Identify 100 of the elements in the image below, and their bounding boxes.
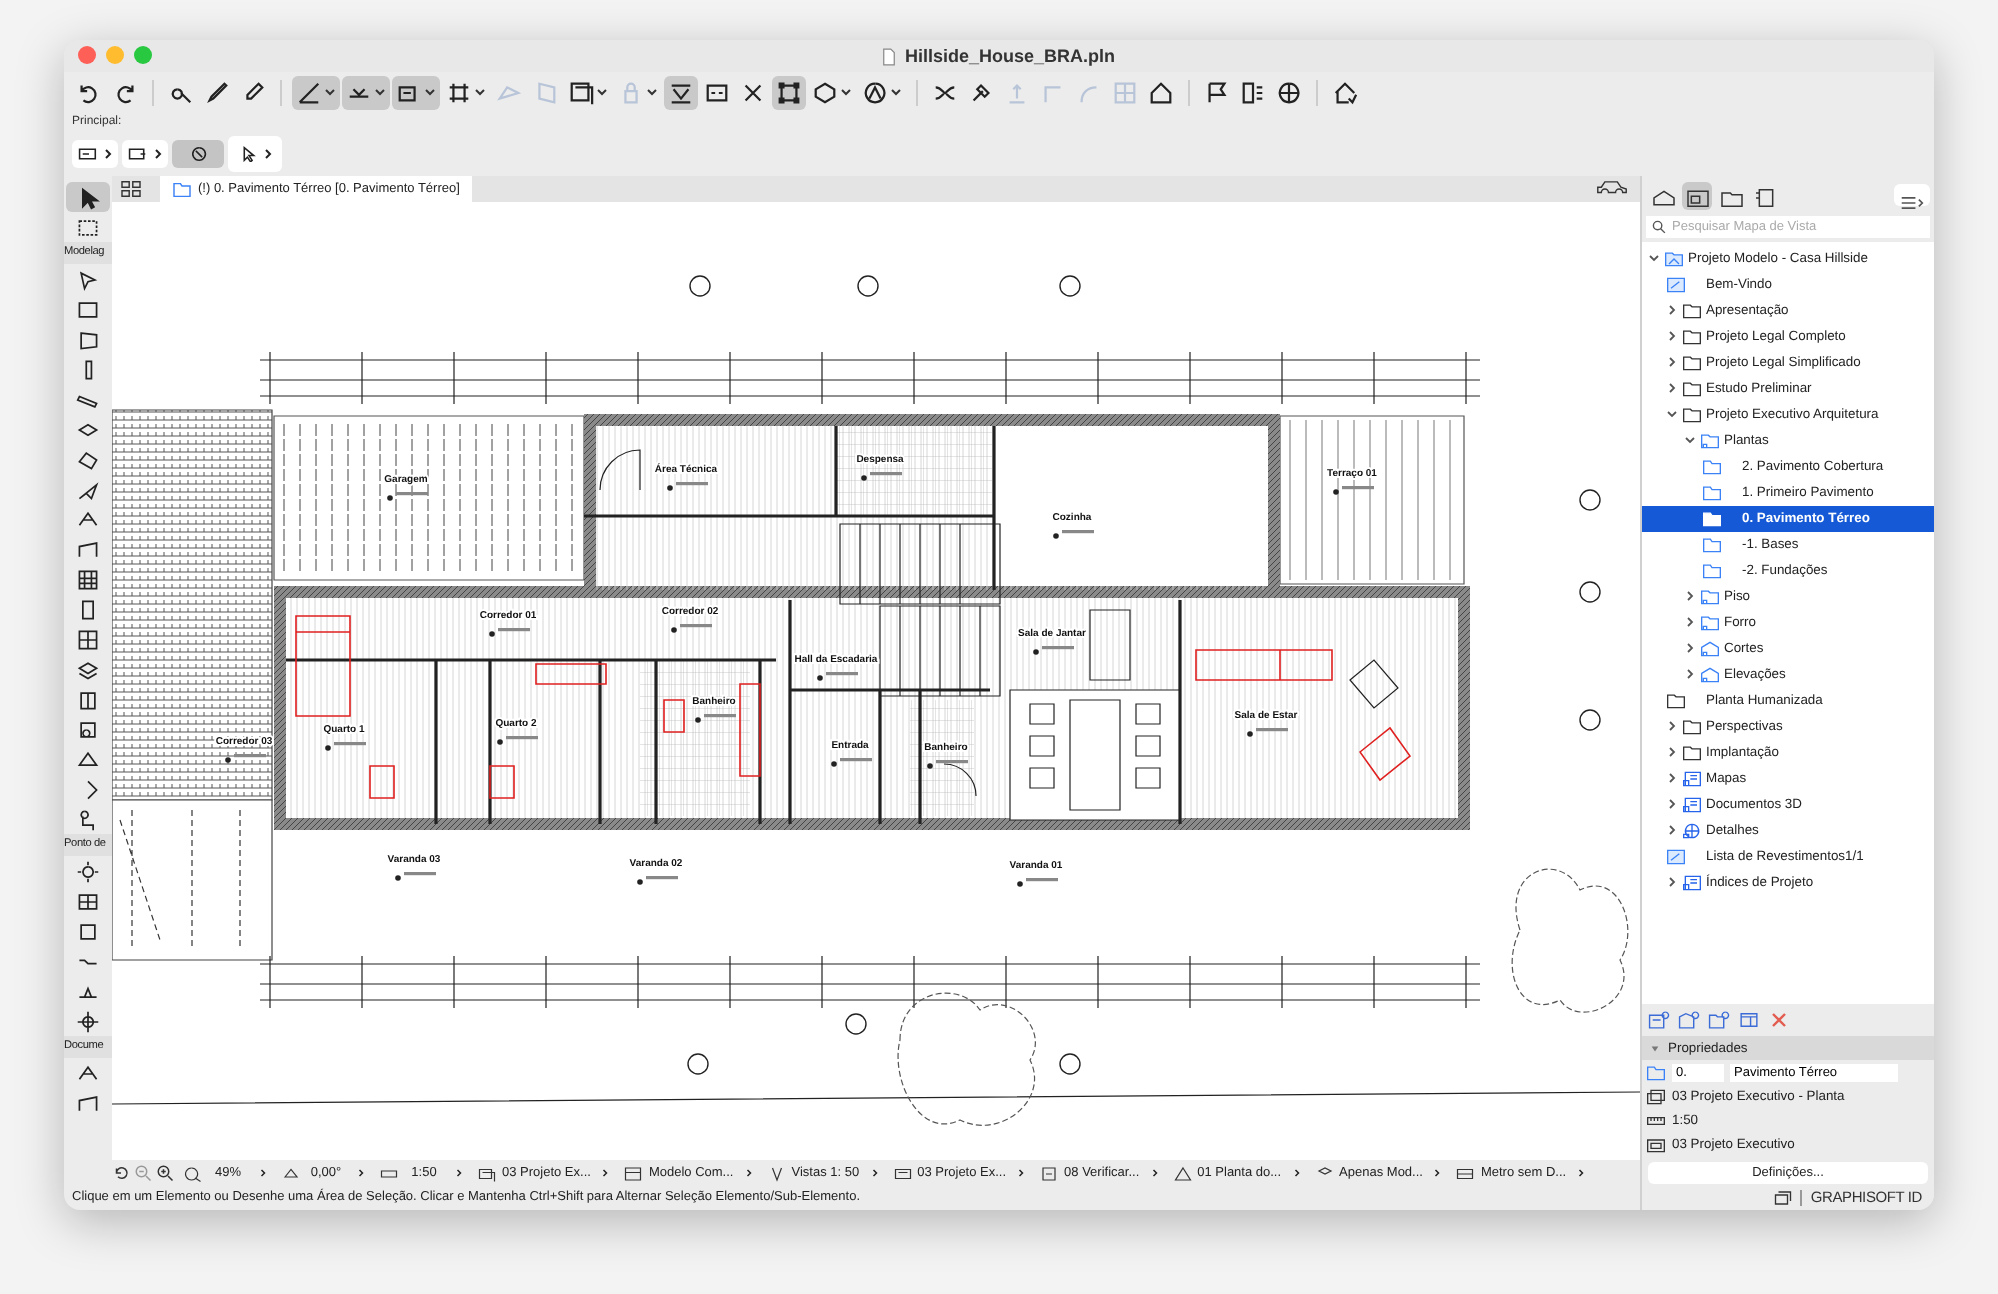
tool-icon <box>76 889 100 913</box>
tool-icon <box>1332 79 1358 105</box>
chevron-icon <box>264 148 272 160</box>
tool-icon <box>76 537 100 561</box>
info-box-control[interactable] <box>172 140 224 168</box>
toolbar-button[interactable] <box>664 75 698 109</box>
caret-icon <box>374 88 386 96</box>
search-icon <box>1652 219 1666 234</box>
tool-icon <box>76 1061 100 1085</box>
tool-icon <box>76 627 100 651</box>
property-icon <box>1646 1087 1666 1106</box>
tool-icon <box>1148 79 1174 105</box>
zoom-in-icon[interactable] <box>156 1164 174 1182</box>
triangle-icon <box>1650 1043 1660 1054</box>
folder-icon <box>1700 665 1720 684</box>
toolbar-button[interactable] <box>772 75 806 109</box>
info-box-control[interactable] <box>72 140 118 168</box>
tab-icon <box>1685 187 1709 208</box>
chevron-icon <box>1151 1168 1158 1178</box>
tool-icon <box>1173 1165 1192 1181</box>
tool-icon <box>76 807 100 831</box>
toolbox-tool[interactable] <box>66 182 110 212</box>
tool-icon <box>204 79 230 105</box>
tool-icon <box>893 1165 912 1181</box>
tool-icon <box>76 267 100 291</box>
tool-icon <box>1004 79 1030 105</box>
tool-icon <box>128 146 150 162</box>
new-view-icon[interactable] <box>1678 1010 1700 1031</box>
toolbar-button[interactable] <box>342 75 390 109</box>
navigator-tab[interactable] <box>1682 181 1712 210</box>
new-view-icon[interactable] <box>1708 1010 1730 1031</box>
sheet-icon <box>1666 847 1686 866</box>
tool-icon <box>76 919 100 943</box>
chevron-icon <box>1578 1168 1585 1178</box>
tool-icon <box>76 859 100 883</box>
tool-icon <box>76 447 100 471</box>
chevron-icon <box>456 1168 462 1178</box>
tool-icon <box>76 477 100 501</box>
delete-icon[interactable] <box>1768 1010 1790 1031</box>
tool-icon <box>740 79 766 105</box>
new-view-icon[interactable] <box>1648 1010 1670 1031</box>
windows-icon[interactable] <box>1774 1189 1793 1206</box>
tool-icon <box>1112 79 1138 105</box>
tool-icon <box>238 146 260 162</box>
chevron-icon <box>871 1168 878 1178</box>
tool-icon <box>76 567 100 591</box>
tool-icon <box>78 146 100 162</box>
tool-icon <box>76 327 100 351</box>
caret-icon <box>890 88 902 96</box>
chevron-icon <box>154 148 162 160</box>
tool-icon <box>76 747 100 771</box>
tool-icon <box>76 297 100 321</box>
tool-icon <box>968 79 994 105</box>
tool-icon <box>76 717 100 741</box>
folder-icon <box>1700 639 1720 658</box>
sheet-icon <box>1682 769 1702 788</box>
new-view-icon[interactable] <box>1738 1010 1760 1031</box>
toolbar-button[interactable] <box>392 75 440 109</box>
tool-icon <box>282 1165 300 1181</box>
folder-icon <box>1700 431 1720 450</box>
tool-icon <box>76 1091 100 1115</box>
tool-icon <box>1456 1165 1475 1181</box>
chevron-icon <box>1648 252 1660 265</box>
property-icon <box>1646 1111 1666 1130</box>
panel-menu-button[interactable] <box>1894 184 1930 207</box>
chevron-icon <box>602 1168 609 1178</box>
window-title: Hillside_House_BRA.pln <box>904 46 1116 66</box>
tool-icon <box>76 507 100 531</box>
folder-icon <box>172 181 192 197</box>
chevron-icon <box>745 1168 752 1178</box>
menu-icon <box>1900 196 1924 211</box>
tool-icon <box>568 79 594 105</box>
marquee-icon <box>76 215 100 239</box>
tiles-icon[interactable] <box>120 180 142 198</box>
tool-icon <box>862 79 888 105</box>
tool-icon <box>187 146 209 162</box>
sheet-icon <box>1682 795 1702 814</box>
info-box-control[interactable] <box>122 140 168 168</box>
fit-view-icon[interactable] <box>112 1164 130 1182</box>
tool-icon <box>1204 79 1230 105</box>
pointer-icon <box>76 185 100 209</box>
chevron-icon <box>104 148 112 160</box>
tool-icon <box>776 79 802 105</box>
chevron-icon <box>1293 1168 1300 1178</box>
folder-icon <box>1664 249 1684 268</box>
info-box-control[interactable] <box>228 136 282 172</box>
document-icon <box>882 47 897 65</box>
car-icon[interactable] <box>1596 180 1628 198</box>
tool-icon <box>767 1165 786 1181</box>
tab-icon <box>1753 187 1777 208</box>
folder-icon <box>1700 587 1720 606</box>
tool-icon <box>1240 79 1266 105</box>
tool-icon <box>76 657 100 681</box>
tool-icon <box>704 79 730 105</box>
caret-icon <box>596 88 608 96</box>
tool-icon <box>668 79 694 105</box>
tool-icon <box>76 687 100 711</box>
toolbar-button[interactable] <box>292 75 340 109</box>
folder-icon <box>1646 1063 1666 1082</box>
caret-icon <box>424 88 436 96</box>
